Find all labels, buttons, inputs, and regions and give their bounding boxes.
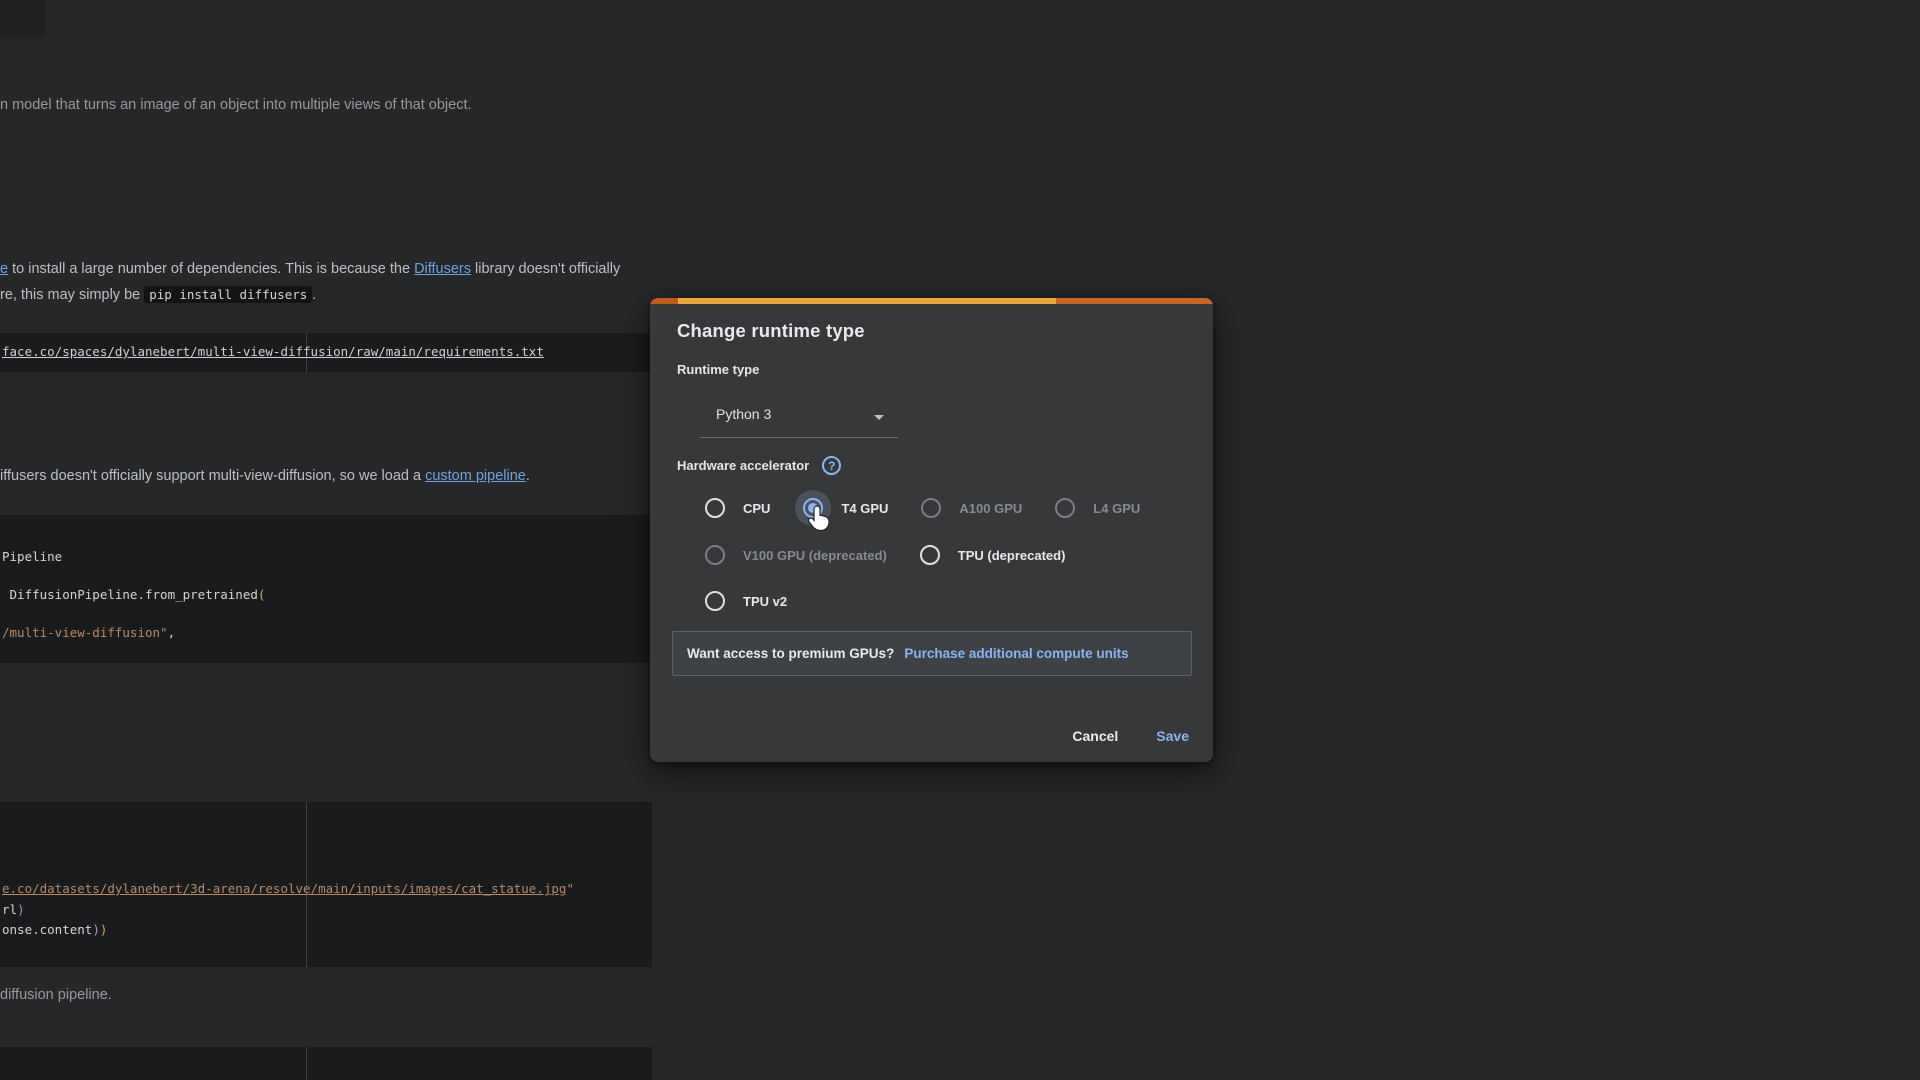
- help-icon[interactable]: ?: [822, 456, 841, 475]
- accelerator-radio-row: V100 GPU (deprecated) TPU (deprecated): [705, 545, 1065, 565]
- accent-bar-segment: [678, 298, 1056, 304]
- code-line-requirements-url: face.co/spaces/dylanebert/multi-view-dif…: [2, 343, 544, 360]
- accelerator-radio-row: TPU v2: [705, 591, 787, 611]
- markdown-line-pip: re, this may simply be pip install diffu…: [0, 284, 316, 306]
- radio-button-icon[interactable]: [920, 545, 940, 565]
- runtime-type-value: Python 3: [716, 406, 771, 422]
- dialog-title: Change runtime type: [677, 320, 865, 342]
- radio-option-label: CPU: [743, 501, 770, 516]
- radio-button-icon[interactable]: [705, 498, 725, 518]
- cancel-button[interactable]: Cancel: [1072, 728, 1118, 744]
- code-cell-requirements[interactable]: face.co/spaces/dylanebert/multi-view-dif…: [0, 333, 652, 372]
- radio-option-label: T4 GPU: [841, 501, 888, 516]
- radio-option-l4-gpu: L4 GPU: [1055, 498, 1140, 518]
- markdown-line-custom-pipeline: iffusers doesn't officially support mult…: [0, 465, 530, 487]
- code-cell-pipeline[interactable]: Pipeline DiffusionPipeline.from_pretrain…: [0, 515, 652, 663]
- radio-option-label: TPU v2: [743, 594, 787, 609]
- hardware-accelerator-label: Hardware accelerator: [677, 458, 809, 473]
- code-line-content: onse.content)): [2, 921, 107, 938]
- radio-option-a100-gpu: A100 GPU: [921, 498, 1022, 518]
- inline-link[interactable]: e: [0, 261, 8, 277]
- code-cell-bottom[interactable]: [0, 1047, 652, 1080]
- premium-banner-text: Want access to premium GPUs?: [687, 646, 894, 661]
- purchase-compute-units-link[interactable]: Purchase additional compute units: [904, 646, 1128, 661]
- colab-notebook-page: { "dialog": { "title": "Change runtime t…: [0, 0, 1920, 1080]
- code-line-pipeline: Pipeline: [2, 548, 62, 565]
- code-line-rl: rl): [2, 901, 25, 918]
- code-line-cat-url: e.co/datasets/dylanebert/3d-arena/resolv…: [2, 880, 574, 897]
- radio-button-icon: [921, 498, 941, 518]
- dialog-accent-bar: [650, 298, 1213, 304]
- radio-option-label: L4 GPU: [1093, 501, 1140, 516]
- markdown-line-diffusion-pipeline: diffusion pipeline.: [0, 984, 112, 1006]
- radio-option-t4-gpu[interactable]: T4 GPU: [803, 498, 888, 518]
- radio-button-icon[interactable]: [705, 591, 725, 611]
- accent-bar-segment: [1056, 298, 1213, 304]
- markdown-line-install: e to install a large number of dependenc…: [0, 258, 620, 280]
- runtime-type-label: Runtime type: [677, 362, 759, 377]
- radio-button-icon: [1055, 498, 1075, 518]
- save-button[interactable]: Save: [1156, 728, 1189, 744]
- code-line-from-pretrained: DiffusionPipeline.from_pretrained(: [2, 586, 265, 603]
- radio-option-label: TPU (deprecated): [958, 548, 1066, 563]
- chevron-down-icon: [874, 415, 884, 420]
- select-underline: [700, 437, 898, 438]
- accent-bar-segment: [650, 298, 678, 304]
- top-left-dark-block: [0, 0, 45, 37]
- radio-option-tpu-v2[interactable]: TPU v2: [705, 591, 787, 611]
- runtime-type-select[interactable]: Python 3: [700, 396, 898, 438]
- markdown-line-intro: n model that turns an image of an object…: [0, 94, 472, 116]
- radio-option-label: A100 GPU: [959, 501, 1022, 516]
- code-line-model-string: /multi-view-diffusion",: [2, 624, 175, 641]
- change-runtime-type-dialog: Change runtime type Runtime type Python …: [650, 298, 1213, 762]
- code-cell-image-download[interactable]: e.co/datasets/dylanebert/3d-arena/resolv…: [0, 802, 652, 967]
- premium-gpu-banner: Want access to premium GPUs? Purchase ad…: [672, 631, 1192, 676]
- inline-link[interactable]: custom pipeline: [425, 468, 526, 484]
- editor-column-ruler: [306, 1047, 307, 1080]
- inline-code-chip: pip install diffusers: [144, 286, 312, 303]
- inline-link[interactable]: Diffusers: [414, 261, 471, 277]
- accelerator-radio-row: CPU T4 GPU A100 GPU L4 GPU: [705, 498, 1140, 518]
- radio-option-cpu[interactable]: CPU: [705, 498, 770, 518]
- radio-button-icon: [705, 545, 725, 565]
- radio-option-label: V100 GPU (deprecated): [743, 548, 887, 563]
- radio-option-v100-gpu-deprecated: V100 GPU (deprecated): [705, 545, 887, 565]
- radio-option-tpu-deprecated[interactable]: TPU (deprecated): [920, 545, 1066, 565]
